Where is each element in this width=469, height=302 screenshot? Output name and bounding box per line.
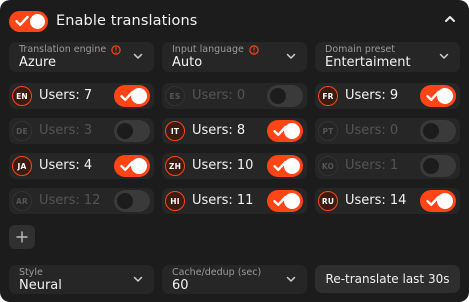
user-count: Users: 7 (39, 88, 93, 103)
chevron-down-icon (439, 53, 449, 59)
user-count: Users: 0 (345, 123, 399, 138)
language-cell-de: DE Users: 3 (9, 118, 154, 144)
input-language-label: Input language (172, 44, 244, 55)
toggle-knob (131, 158, 147, 174)
language-toggle-ja[interactable] (114, 155, 150, 177)
user-count: Users: 11 (192, 193, 254, 208)
panel-title: Enable translations (56, 13, 198, 29)
toggle-knob (284, 193, 300, 209)
domain-preset-value: Entertaiment (325, 55, 411, 70)
toggle-knob (131, 88, 147, 104)
language-code-badge: HI (165, 191, 185, 211)
panel-header: Enable translations (9, 9, 197, 33)
language-toggle-de[interactable] (114, 120, 150, 142)
language-toggle-fr[interactable] (420, 85, 456, 107)
user-count: Users: 12 (39, 193, 101, 208)
language-cell-it: IT Users: 8 (162, 118, 307, 144)
language-cell-ar: AR Users: 12 (9, 188, 154, 214)
language-code-badge: ZH (165, 156, 185, 176)
language-cell-zh: ZH Users: 10 (162, 153, 307, 179)
chevron-down-icon (286, 276, 296, 282)
retranslate-button[interactable]: Re-translate last 30s (315, 265, 460, 293)
language-code-badge: IT (165, 121, 185, 141)
language-cell-hi: HI Users: 11 (162, 188, 307, 214)
language-cell-es: ES Users: 0 (162, 83, 307, 109)
domain-preset-label: Domain preset (325, 44, 395, 55)
info-icon[interactable] (111, 44, 121, 55)
language-cell-fr: FR Users: 9 (315, 83, 460, 109)
check-icon (15, 15, 29, 26)
chevron-up-icon[interactable] (443, 13, 457, 25)
toggle-knob (423, 158, 439, 174)
toggle-knob (423, 123, 439, 139)
language-toggle-en[interactable] (114, 85, 150, 107)
language-toggle-zh[interactable] (267, 155, 303, 177)
input-language-select[interactable]: Input language Auto (162, 42, 307, 72)
language-code-badge: FR (318, 86, 338, 106)
style-select[interactable]: Style Neural (9, 265, 154, 294)
language-cell-ru: RU Users: 14 (315, 188, 460, 214)
translation-engine-label: Translation engine (19, 44, 107, 55)
language-code-badge: EN (12, 86, 32, 106)
language-code-badge: ES (165, 86, 185, 106)
toggle-knob (437, 88, 453, 104)
enable-translations-toggle[interactable] (9, 10, 48, 32)
chevron-down-icon (133, 53, 143, 59)
cache-dedup-select[interactable]: Cache/dedup (sec) 60 (162, 265, 307, 294)
info-icon[interactable] (249, 44, 259, 55)
cache-dedup-value: 60 (172, 278, 189, 293)
language-toggle-it[interactable] (267, 120, 303, 142)
domain-preset-select[interactable]: Domain preset Entertaiment (315, 42, 460, 72)
user-count: Users: 4 (39, 158, 93, 173)
language-code-badge: PT (318, 121, 338, 141)
plus-icon (16, 231, 28, 243)
toggle-knob (284, 123, 300, 139)
language-toggle-hi[interactable] (267, 190, 303, 212)
toggle-knob (117, 193, 133, 209)
style-value: Neural (19, 278, 62, 293)
user-count: Users: 0 (192, 88, 246, 103)
translation-engine-value: Azure (19, 55, 57, 70)
toggle-knob (284, 158, 300, 174)
language-toggle-ru[interactable] (420, 190, 456, 212)
translation-panel: Enable translations Translation engine A… (0, 0, 469, 302)
language-code-badge: JA (12, 156, 32, 176)
user-count: Users: 8 (192, 123, 246, 138)
language-toggle-ar[interactable] (114, 190, 150, 212)
language-cell-ko: KO Users: 1 (315, 153, 460, 179)
user-count: Users: 10 (192, 158, 254, 173)
cache-dedup-label: Cache/dedup (sec) (172, 267, 262, 278)
chevron-down-icon (286, 53, 296, 59)
style-label: Style (19, 267, 43, 278)
add-language-button[interactable] (9, 225, 35, 249)
language-toggle-es[interactable] (267, 85, 303, 107)
language-code-badge: DE (12, 121, 32, 141)
language-toggle-ko[interactable] (420, 155, 456, 177)
language-code-badge: AR (12, 191, 32, 211)
language-cell-pt: PT Users: 0 (315, 118, 460, 144)
language-cell-ja: JA Users: 4 (9, 153, 154, 179)
toggle-knob (437, 193, 453, 209)
input-language-value: Auto (172, 55, 203, 70)
user-count: Users: 3 (39, 123, 93, 138)
language-code-badge: RU (318, 191, 338, 211)
user-count: Users: 14 (345, 193, 407, 208)
translation-engine-select[interactable]: Translation engine Azure (9, 42, 154, 72)
language-code-badge: KO (318, 156, 338, 176)
toggle-knob (117, 123, 133, 139)
language-cell-en: EN Users: 7 (9, 83, 154, 109)
user-count: Users: 9 (345, 88, 399, 103)
language-toggle-pt[interactable] (420, 120, 456, 142)
user-count: Users: 1 (345, 158, 399, 173)
chevron-down-icon (133, 276, 143, 282)
toggle-knob (270, 88, 286, 104)
toggle-knob (30, 13, 45, 29)
